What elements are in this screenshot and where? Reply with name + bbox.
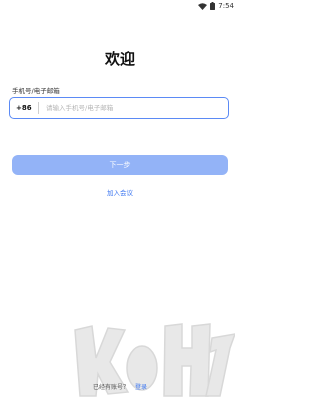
page-title: 欢迎	[104, 50, 135, 68]
battery-icon	[210, 2, 216, 10]
phone-email-input[interactable]	[46, 104, 228, 112]
login-link[interactable]: 登录	[135, 384, 147, 391]
join-meeting-link[interactable]: 加入会议	[0, 187, 240, 197]
login-prompt: 已经有账号？ 登录	[0, 382, 240, 391]
field-divider	[38, 102, 39, 114]
status-icons: 7:54	[198, 1, 234, 11]
phone-email-field[interactable]: +86	[9, 97, 229, 119]
phone-email-label: 手机号/电子邮箱	[12, 87, 60, 95]
login-prompt-text: 已经有账号？	[92, 384, 129, 391]
status-time: 7:54	[218, 2, 234, 10]
country-code-selector[interactable]: +86	[10, 104, 38, 112]
next-button[interactable]: 下一步	[12, 155, 228, 175]
status-bar: 7:54	[0, 0, 240, 12]
wifi-icon	[198, 2, 208, 10]
